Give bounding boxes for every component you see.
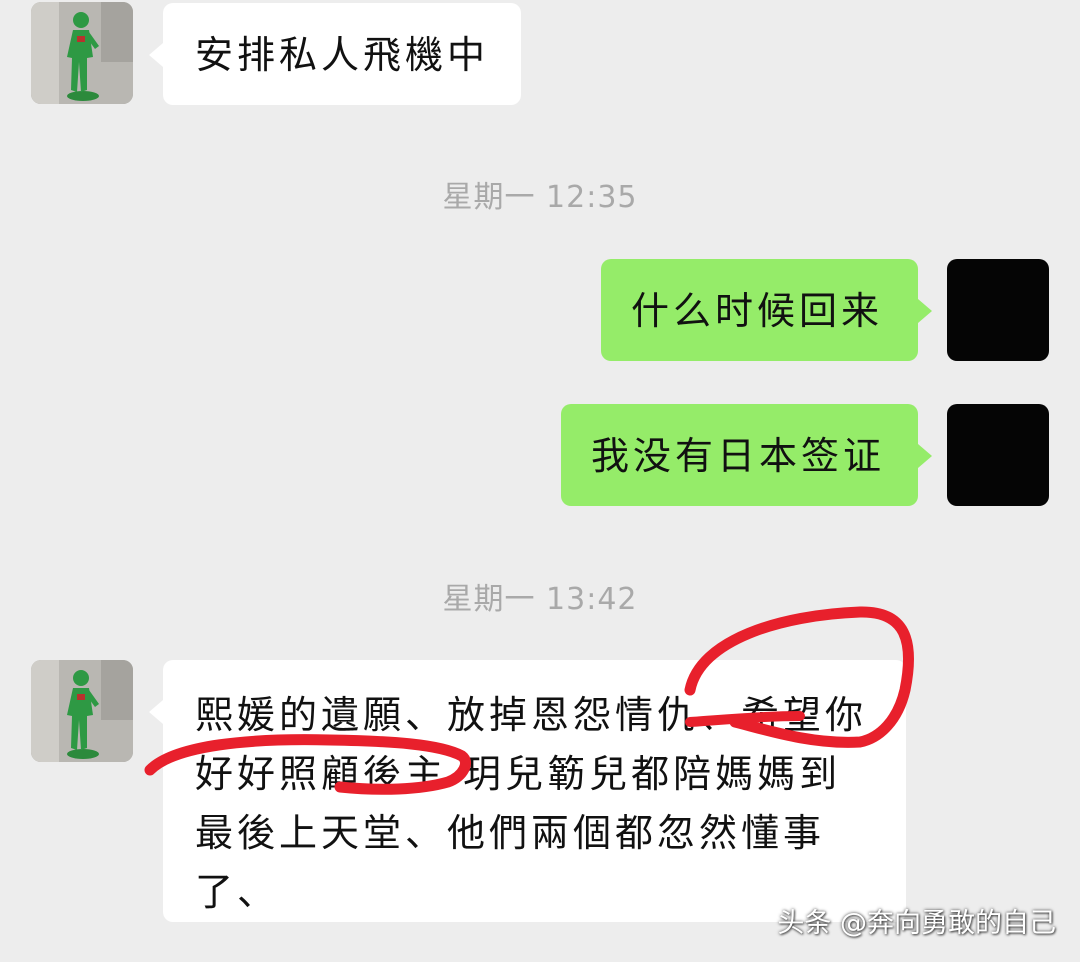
timestamp: 星期一 13:42 xyxy=(442,582,638,617)
message-text: 安排私人飛機中 xyxy=(195,33,490,77)
contact-avatar[interactable] xyxy=(31,660,133,762)
green-figure-icon xyxy=(31,2,133,104)
my-avatar[interactable] xyxy=(947,259,1049,361)
message-line: 最後上天堂、他們兩個都忽然懂事 xyxy=(195,811,826,855)
message-line: 好好照顧後主 玥兒簕兒都陪媽媽到 xyxy=(195,752,842,796)
contact-avatar[interactable] xyxy=(31,2,133,104)
message-bubble-incoming[interactable]: 安排私人飛機中 xyxy=(149,3,521,105)
message-text: 什么时候回来 xyxy=(631,289,884,333)
message-line: 熙媛的遺願、放掉恩怨情仇、希望你 xyxy=(195,693,868,737)
timestamp: 星期一 12:35 xyxy=(442,180,638,215)
chat-window: 安排私人飛機中 星期一 12:35 什么时候回来 我没有日本签证 星期一 13:… xyxy=(0,0,1080,962)
my-avatar[interactable] xyxy=(947,404,1049,506)
watermark: 头条 @奔向勇敢的自己 xyxy=(777,908,1056,939)
message-text: 我没有日本签证 xyxy=(591,434,886,478)
message-bubble-incoming[interactable]: 熙媛的遺願、放掉恩怨情仇、希望你 好好照顧後主 玥兒簕兒都陪媽媽到 最後上天堂、… xyxy=(149,660,906,922)
message-bubble-outgoing[interactable]: 我没有日本签证 xyxy=(561,404,932,506)
message-bubble-outgoing[interactable]: 什么时候回来 xyxy=(601,259,932,361)
green-figure-icon xyxy=(31,660,133,762)
